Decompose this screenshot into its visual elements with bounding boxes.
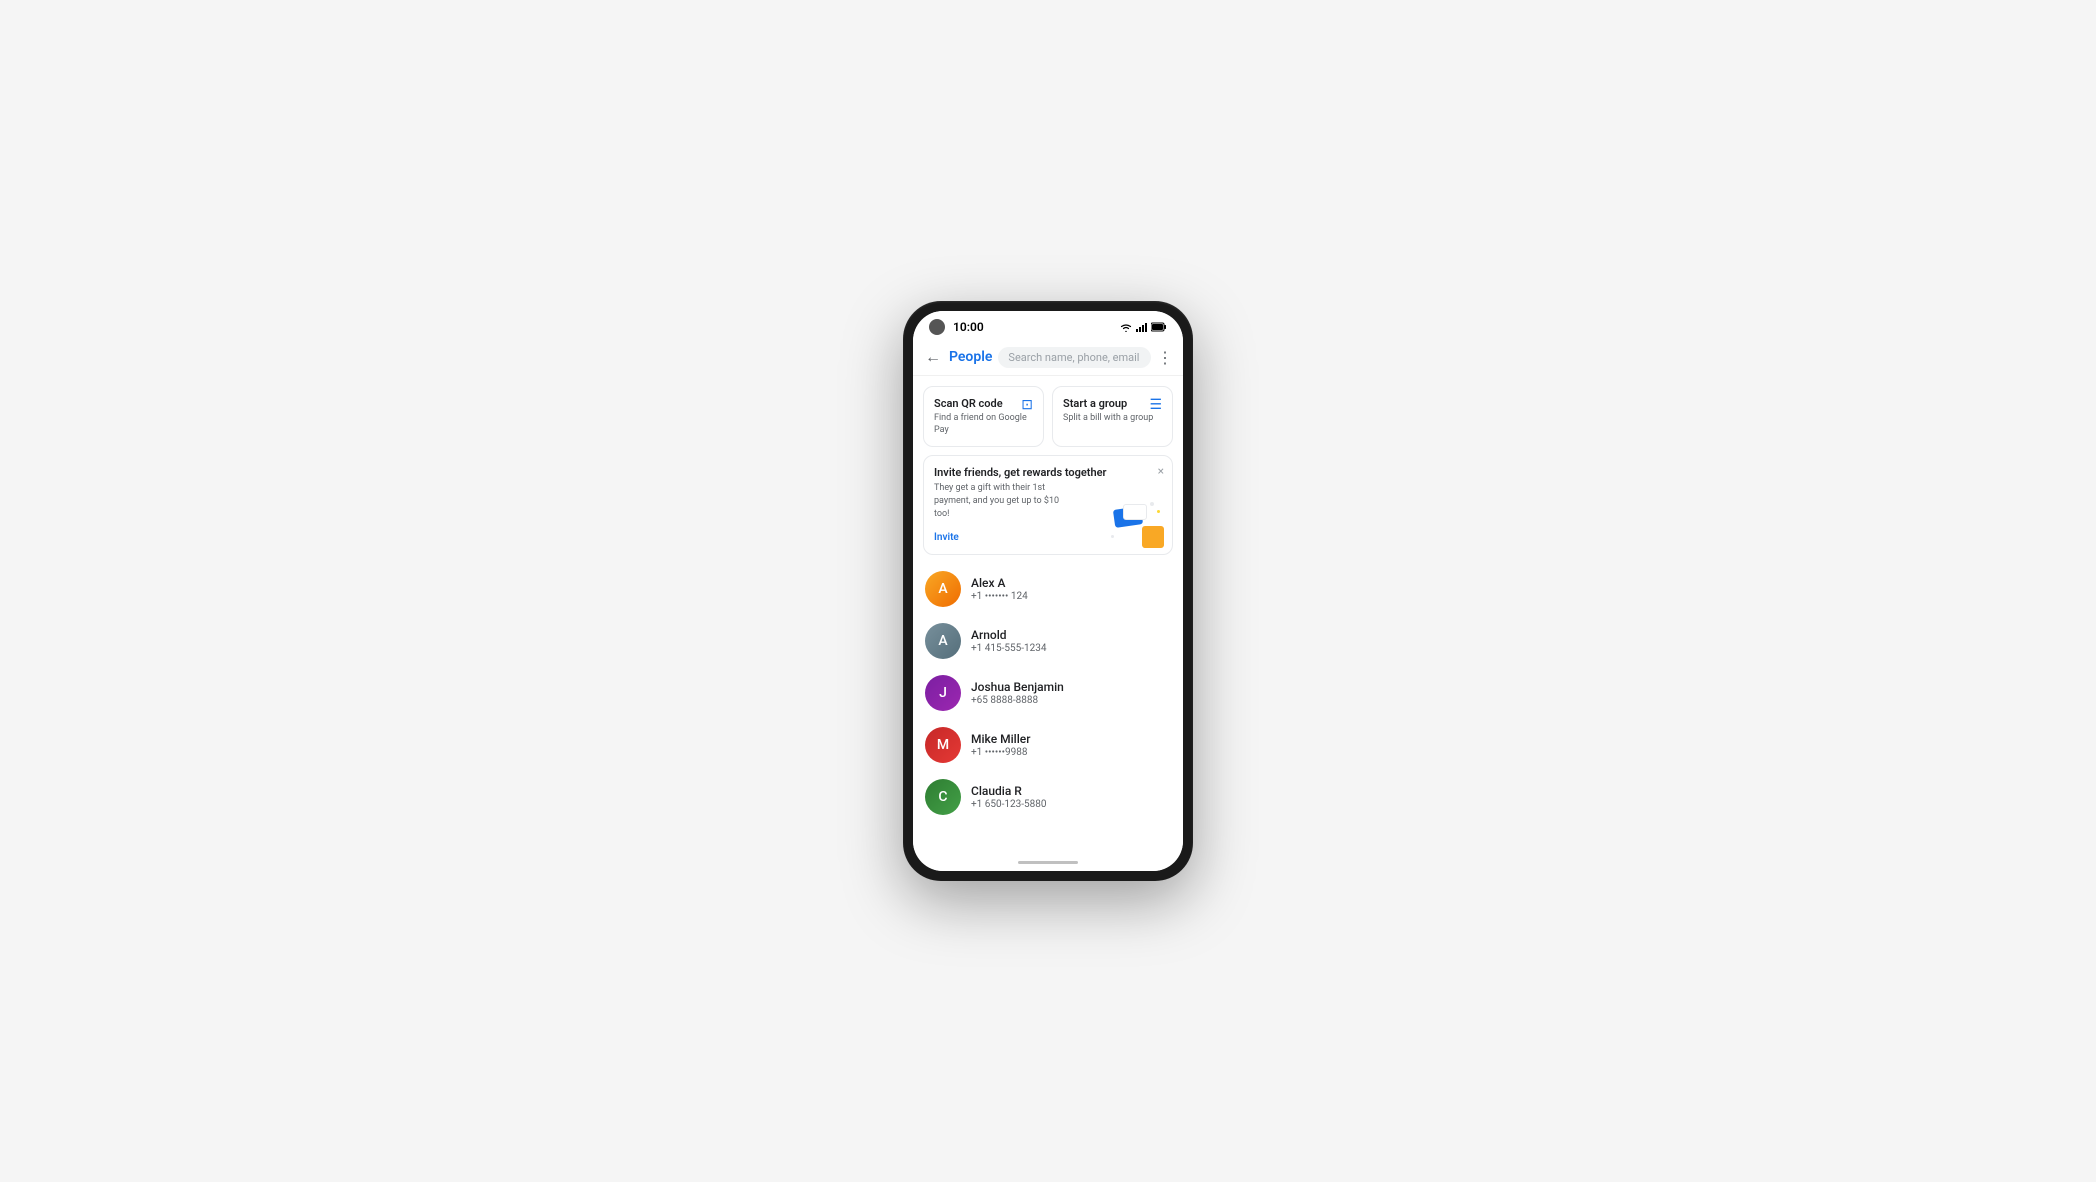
contact-avatar-joshua: J: [925, 675, 961, 711]
phone-screen: 10:00: [913, 311, 1183, 871]
scan-qr-card[interactable]: Scan QR code ⊡ Find a friend on Google P…: [923, 386, 1044, 447]
illus-dot-2: [1157, 510, 1160, 513]
contact-name: Alex A: [971, 576, 1171, 590]
content-area: Scan QR code ⊡ Find a friend on Google P…: [913, 376, 1183, 853]
contact-name: Claudia R: [971, 784, 1171, 798]
phone-shell: 10:00: [903, 301, 1193, 881]
invite-banner: × Invite friends, get rewards together T…: [923, 455, 1173, 555]
contact-item[interactable]: J Joshua Benjamin +65 8888-8888: [913, 667, 1183, 719]
contact-phone: +1 415-555-1234: [971, 643, 1171, 654]
invite-close-button[interactable]: ×: [1158, 464, 1164, 478]
start-group-icon: ☰: [1149, 397, 1162, 413]
contact-item[interactable]: A Arnold +1 415-555-1234: [913, 615, 1183, 667]
start-group-header: Start a group ☰: [1063, 397, 1162, 413]
start-group-card[interactable]: Start a group ☰ Split a bill with a grou…: [1052, 386, 1173, 447]
contact-name: Mike Miller: [971, 732, 1171, 746]
status-icons: [1119, 322, 1167, 332]
more-button[interactable]: ⋮: [1157, 348, 1173, 367]
contact-item[interactable]: M Mike Miller +1 ••••••9988: [913, 719, 1183, 771]
search-placeholder: Search name, phone, email: [1008, 351, 1139, 364]
contact-info-alex: Alex A +1 ••••••• 124: [971, 576, 1171, 602]
contact-info-mike: Mike Miller +1 ••••••9988: [971, 732, 1171, 758]
illus-dot-3: [1111, 535, 1114, 538]
contacts-list: A Alex A +1 ••••••• 124 A Arnold +1 415-…: [913, 563, 1183, 823]
signal-icon: [1136, 322, 1148, 332]
invite-link[interactable]: Invite: [934, 532, 959, 543]
illus-dot-1: [1150, 502, 1154, 506]
status-time: 10:00: [953, 320, 984, 334]
search-field[interactable]: Search name, phone, email: [998, 347, 1151, 368]
contact-info-claudia: Claudia R +1 650-123-5880: [971, 784, 1171, 810]
invite-title: Invite friends, get rewards together: [934, 466, 1162, 479]
home-bar: [1018, 861, 1078, 864]
contact-phone: +1 650-123-5880: [971, 799, 1171, 810]
scan-qr-header: Scan QR code ⊡: [934, 397, 1033, 413]
illus-bag: [1142, 526, 1164, 548]
contact-info-joshua: Joshua Benjamin +65 8888-8888: [971, 680, 1171, 706]
invite-description: They get a gift with their 1st payment, …: [934, 482, 1064, 520]
status-bar: 10:00: [913, 311, 1183, 339]
contact-avatar-mike: M: [925, 727, 961, 763]
back-button[interactable]: ←: [923, 345, 943, 369]
contact-avatar-alex: A: [925, 571, 961, 607]
contact-avatar-claudia: C: [925, 779, 961, 815]
contact-avatar-arnold: A: [925, 623, 961, 659]
status-avatar: [929, 319, 945, 335]
contact-item[interactable]: C Claudia R +1 650-123-5880: [913, 771, 1183, 823]
home-indicator: [913, 853, 1183, 871]
phone-device: 10:00: [903, 301, 1193, 881]
start-group-subtitle: Split a bill with a group: [1063, 413, 1162, 425]
illus-white-card: [1123, 504, 1147, 520]
battery-icon: [1151, 322, 1167, 332]
scan-qr-subtitle: Find a friend on Google Pay: [934, 413, 1033, 436]
scan-qr-title: Scan QR code: [934, 397, 1003, 410]
contact-info-arnold: Arnold +1 415-555-1234: [971, 628, 1171, 654]
scan-qr-icon: ⊡: [1021, 397, 1033, 413]
contact-item[interactable]: A Alex A +1 ••••••• 124: [913, 563, 1183, 615]
invite-illustration: [1109, 500, 1164, 548]
nav-bar: ← People Search name, phone, email ⋮: [913, 339, 1183, 376]
people-label: People: [949, 349, 992, 365]
contact-phone: +65 8888-8888: [971, 695, 1171, 706]
contact-phone: +1 ••••••• 124: [971, 591, 1171, 602]
contact-name: Arnold: [971, 628, 1171, 642]
action-cards: Scan QR code ⊡ Find a friend on Google P…: [913, 376, 1183, 455]
start-group-title: Start a group: [1063, 397, 1127, 410]
contact-name: Joshua Benjamin: [971, 680, 1171, 694]
wifi-icon: [1119, 322, 1133, 332]
contact-phone: +1 ••••••9988: [971, 747, 1171, 758]
